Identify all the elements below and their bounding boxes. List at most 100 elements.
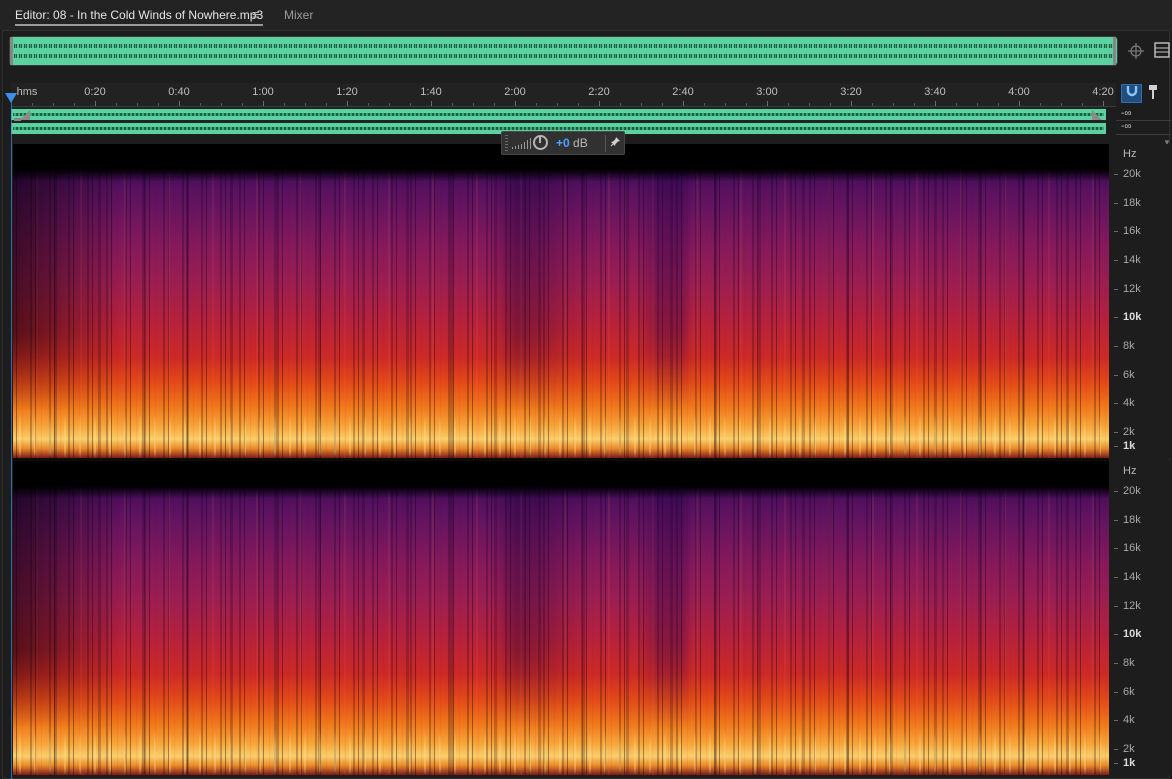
spectrogram-channel-1[interactable]: [13, 144, 1109, 458]
ruler-minor-tick: [305, 103, 306, 106]
ruler-label: 2:00: [504, 86, 526, 98]
ruler-minor-tick: [746, 103, 747, 106]
frequency-label: 6k: [1123, 369, 1135, 381]
ruler-label: 2:20: [588, 86, 610, 98]
panel-tab-bar: Editor: 08 - In the Cold Winds of Nowher…: [0, 0, 1172, 30]
waveform-channel-1: [11, 109, 1106, 120]
ruler-minor-tick: [704, 103, 705, 106]
ruler-minor-tick: [242, 103, 243, 106]
ruler-minor-tick: [389, 103, 390, 106]
panel-menu-icon[interactable]: ≡: [252, 7, 260, 22]
volume-unit: dB: [573, 136, 588, 150]
ruler-tick: [95, 101, 96, 106]
frequency-tick: [1114, 317, 1118, 318]
frequency-tick: [1114, 346, 1118, 347]
ruler-minor-tick: [368, 103, 369, 106]
ruler-label: 2:40: [672, 86, 694, 98]
frequency-label: 18k: [1123, 514, 1141, 526]
ruler-minor-tick: [473, 103, 474, 106]
ruler-minor-tick: [494, 103, 495, 106]
frequency-tick: [1114, 634, 1118, 635]
frequency-tick: [1114, 231, 1118, 232]
ruler-minor-tick: [956, 103, 957, 106]
volume-hud[interactable]: +0 dB: [501, 131, 625, 155]
frequency-tick: [1114, 520, 1118, 521]
frequency-tick: [1114, 720, 1118, 721]
frequency-unit: Hz: [1123, 148, 1137, 160]
ruler-minor-tick: [137, 103, 138, 106]
marker-icon[interactable]: [1148, 84, 1162, 103]
frequency-tick: [1114, 606, 1118, 607]
overview-waveform[interactable]: [10, 37, 1117, 65]
ruler-minor-tick: [578, 103, 579, 106]
frequency-tick: [1114, 749, 1118, 750]
fade-out-handle[interactable]: [1088, 108, 1108, 122]
frequency-tick: [1114, 289, 1118, 290]
tab-mixer[interactable]: Mixer: [284, 8, 313, 22]
ruler-tick: [599, 101, 600, 106]
volume-knob-icon[interactable]: [533, 135, 548, 150]
ruler-label: 0:20: [84, 86, 106, 98]
frequency-label: 16k: [1123, 225, 1141, 237]
frequency-tick: [1114, 174, 1118, 175]
ruler-tick: [935, 101, 936, 106]
frequency-tick: [1114, 577, 1118, 578]
frequency-label: 10k: [1123, 628, 1142, 640]
target-icon[interactable]: [1127, 42, 1145, 64]
ruler-label: 0:40: [168, 86, 190, 98]
ruler-minor-tick: [662, 103, 663, 106]
frequency-label: 20k: [1123, 485, 1141, 497]
fade-in-handle[interactable]: [14, 108, 36, 122]
ruler-tick: [515, 101, 516, 106]
level-channel-1: -∞: [1121, 108, 1132, 119]
frequency-label: 16k: [1123, 542, 1141, 554]
frequency-label: 2k: [1123, 426, 1135, 438]
ruler-minor-tick: [452, 103, 453, 106]
overview-channel-2: [14, 54, 1113, 58]
ruler-minor-tick: [284, 103, 285, 106]
ruler-minor-tick: [410, 103, 411, 106]
frequency-tick: [1114, 663, 1118, 664]
ruler-tick: [1103, 101, 1104, 106]
magnet-icon[interactable]: [1121, 84, 1142, 103]
overview-channel-1: [14, 44, 1113, 48]
time-ruler[interactable]: hms 0:20 0:40 1:00 1:20 1:40 2:00 2:20 2:40 3:00…: [11, 83, 1116, 107]
tab-editor[interactable]: Editor: 08 - In the Cold Winds of Nowher…: [15, 8, 263, 22]
ruler-minor-tick: [1061, 103, 1062, 106]
frequency-tick: [1114, 403, 1118, 404]
level-divider: [1116, 134, 1171, 135]
volume-readout[interactable]: +0 dB: [556, 136, 588, 150]
frequency-tick: [1114, 491, 1118, 492]
ruler-minor-tick: [32, 103, 33, 106]
ruler-label: 3:00: [756, 86, 778, 98]
ruler-tick: [1019, 101, 1020, 106]
spectrogram-channel-2[interactable]: [13, 461, 1109, 775]
ruler-minor-tick: [74, 103, 75, 106]
frequency-tick: [1114, 432, 1118, 433]
ruler-minor-tick: [788, 103, 789, 106]
ruler-minor-tick: [620, 103, 621, 106]
pin-icon[interactable]: [610, 136, 621, 150]
ruler-tick: [431, 101, 432, 106]
frequency-label: 1k: [1123, 440, 1136, 452]
ruler-minor-tick: [914, 103, 915, 106]
ruler-format-label: hms: [16, 86, 38, 98]
frequency-tick: [1114, 260, 1118, 261]
ruler-tick: [179, 101, 180, 106]
frequency-tick: [1114, 446, 1118, 447]
overview-right-handle[interactable]: [1113, 37, 1116, 65]
display-icon[interactable]: [1154, 41, 1170, 63]
ruler-tick: [263, 101, 264, 106]
overview-left-handle[interactable]: [10, 37, 13, 65]
frequency-tick: [1114, 763, 1118, 764]
frequency-label: 4k: [1123, 397, 1135, 409]
frequency-label: 2k: [1123, 743, 1135, 755]
ruler-minor-tick: [872, 103, 873, 106]
ruler-minor-tick: [326, 103, 327, 106]
ruler-minor-tick: [977, 103, 978, 106]
ruler-tick: [347, 101, 348, 106]
grip-handle-icon[interactable]: [505, 135, 508, 151]
level-meter-icon: [512, 138, 531, 149]
frequency-label: 6k: [1123, 686, 1135, 698]
ruler-minor-tick: [893, 103, 894, 106]
